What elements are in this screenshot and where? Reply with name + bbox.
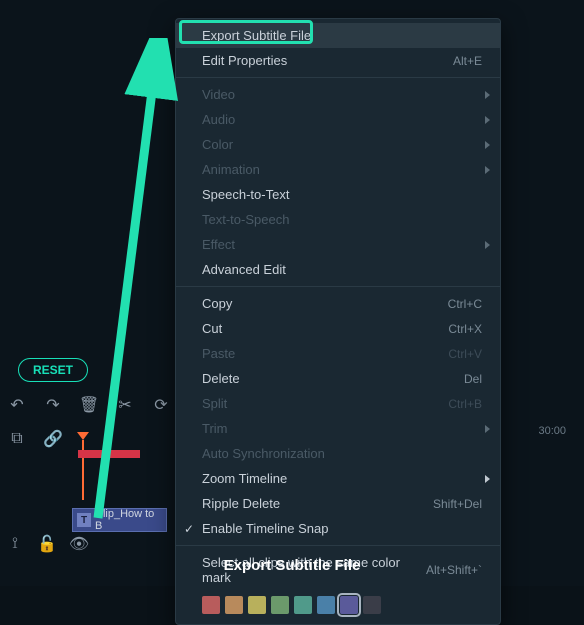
- menu-trim: Trim: [176, 416, 500, 441]
- check-icon: ✓: [184, 522, 194, 536]
- menu-animation: Animation: [176, 157, 500, 182]
- menu-edit-properties[interactable]: Edit Properties Alt+E: [176, 48, 500, 73]
- text-clip-icon: T: [77, 513, 91, 527]
- menu-color: Color: [176, 132, 500, 157]
- redo-icon[interactable]: ↷: [44, 396, 62, 414]
- menu-delete[interactable]: DeleteDel: [176, 366, 500, 391]
- color-swatch[interactable]: [317, 596, 335, 614]
- timeline-toolbar: ↶ ↷ 🗑 ✂ ⟳: [8, 396, 170, 414]
- chevron-right-icon: [485, 166, 490, 174]
- color-swatch[interactable]: [363, 596, 381, 614]
- color-swatch[interactable]: [294, 596, 312, 614]
- cut-icon[interactable]: ✂: [116, 396, 134, 414]
- menu-export-subtitle[interactable]: Export Subtitle File: [176, 23, 500, 48]
- visibility-icon[interactable]: 👁: [70, 535, 88, 553]
- color-swatch-row: [176, 590, 500, 620]
- reset-button[interactable]: RESET: [18, 358, 88, 382]
- chevron-right-icon: [485, 475, 490, 483]
- menu-paste: PasteCtrl+V: [176, 341, 500, 366]
- link-icon[interactable]: 🔗: [44, 430, 62, 448]
- copy-icon[interactable]: ⧉: [8, 430, 26, 448]
- undo-icon[interactable]: ↶: [8, 396, 26, 414]
- menu-copy[interactable]: CopyCtrl+C: [176, 291, 500, 316]
- trash-icon[interactable]: 🗑: [80, 396, 98, 414]
- track-controls: ⟟ 🔓 👁: [6, 535, 88, 553]
- chevron-right-icon: [485, 425, 490, 433]
- menu-separator: [176, 545, 500, 546]
- color-swatch[interactable]: [271, 596, 289, 614]
- unlock-icon[interactable]: 🔓: [38, 535, 56, 553]
- menu-ripple-delete[interactable]: Ripple DeleteShift+Del: [176, 491, 500, 516]
- clip-audio-strip: [78, 450, 140, 458]
- menu-effect: Effect: [176, 232, 500, 257]
- timecode-label: 30:00: [538, 425, 566, 437]
- timeline[interactable]: [70, 420, 170, 480]
- menu-split: SplitCtrl+B: [176, 391, 500, 416]
- menu-text-to-speech: Text-to-Speech: [176, 207, 500, 232]
- chevron-right-icon: [485, 141, 490, 149]
- menu-enable-snap[interactable]: ✓ Enable Timeline Snap: [176, 516, 500, 541]
- playhead[interactable]: [82, 440, 84, 500]
- context-menu: Export Subtitle File Edit Properties Alt…: [175, 18, 501, 625]
- menu-audio: Audio: [176, 107, 500, 132]
- chevron-right-icon: [485, 116, 490, 124]
- menu-separator: [176, 286, 500, 287]
- lock-icon[interactable]: ⟟: [6, 535, 24, 553]
- timeline-toolbar-2: ⧉ 🔗: [8, 430, 62, 448]
- menu-zoom-timeline[interactable]: Zoom Timeline: [176, 466, 500, 491]
- menu-separator: [176, 77, 500, 78]
- color-swatch[interactable]: [248, 596, 266, 614]
- screenshot-caption: Export Subtitle File: [0, 557, 584, 574]
- color-swatch[interactable]: [225, 596, 243, 614]
- menu-video: Video: [176, 82, 500, 107]
- menu-auto-sync: Auto Synchronization: [176, 441, 500, 466]
- clip-label: Clip_How to B: [95, 508, 162, 532]
- chevron-right-icon: [485, 91, 490, 99]
- color-swatch[interactable]: [202, 596, 220, 614]
- clip-title-bar[interactable]: T Clip_How to B: [72, 508, 167, 532]
- menu-advanced-edit[interactable]: Advanced Edit: [176, 257, 500, 282]
- menu-cut[interactable]: CutCtrl+X: [176, 316, 500, 341]
- color-swatch[interactable]: [340, 596, 358, 614]
- menu-speech-to-text[interactable]: Speech-to-Text: [176, 182, 500, 207]
- history-icon[interactable]: ⟳: [152, 396, 170, 414]
- chevron-right-icon: [485, 241, 490, 249]
